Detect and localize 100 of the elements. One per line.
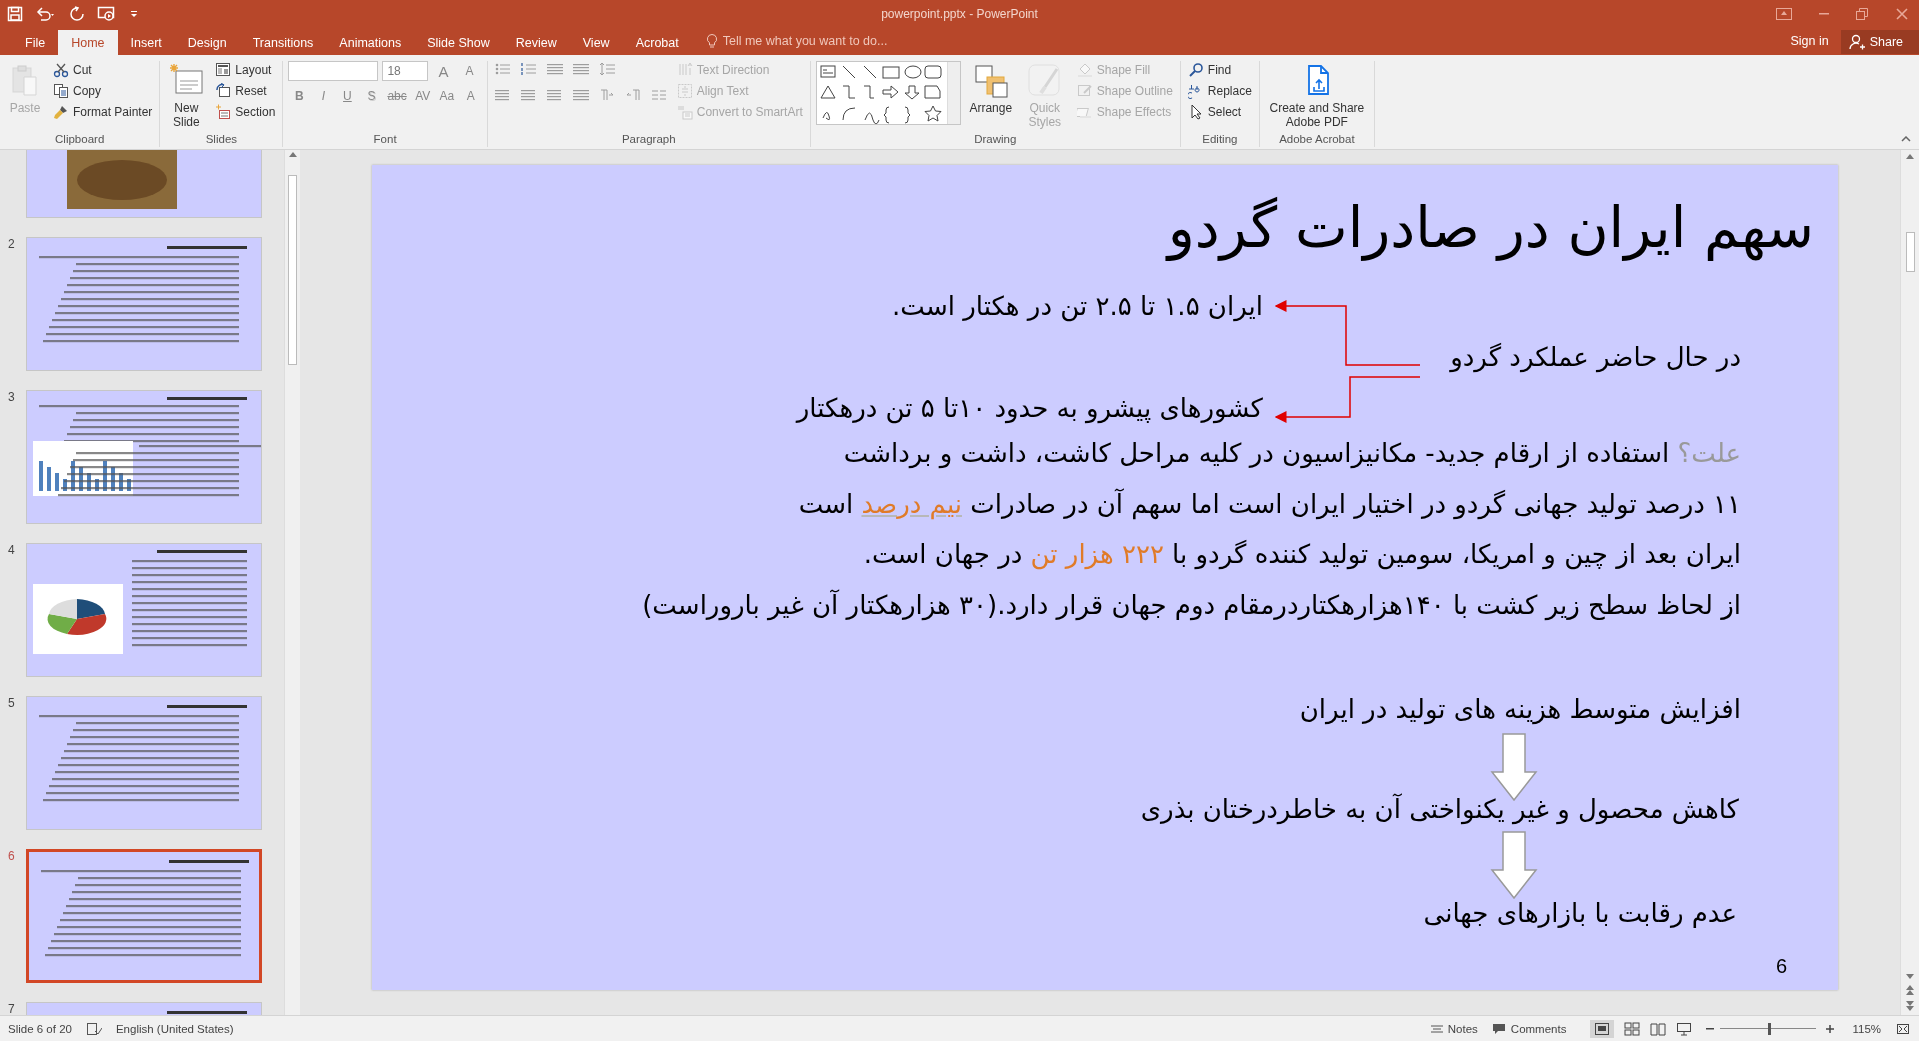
fit-to-window-icon [1895, 1021, 1911, 1036]
pencil-icon [1076, 83, 1093, 99]
scrollbar[interactable] [1900, 150, 1919, 1015]
shrink-font-button[interactable]: A [458, 64, 481, 78]
slide-text: کاهش محصول و غیر یکنواختی آن به خاطردرختان بذری [1140, 792, 1739, 827]
ribbon-tab[interactable]: Review [502, 30, 570, 55]
decrease-indent-button[interactable] [544, 61, 565, 77]
text-format-button[interactable]: abc [384, 89, 410, 103]
justify-button[interactable] [570, 87, 591, 103]
ribbon-tab[interactable]: Home [58, 30, 118, 55]
slide-thumbnail[interactable] [26, 543, 262, 677]
slide-text: افزایش متوسط هزینه های تولید در ایران [1299, 693, 1741, 727]
screen-play-icon [97, 5, 117, 22]
scrollbar[interactable] [284, 150, 300, 1015]
group-label: Editing [1201, 132, 1239, 147]
text-format-button[interactable]: S [360, 89, 383, 103]
copy-button[interactable]: Copy [51, 82, 155, 100]
slider-thumb[interactable] [1768, 1022, 1772, 1035]
next-slide-icon [1906, 1001, 1914, 1011]
numbering-button[interactable] [518, 61, 539, 77]
grow-font-button[interactable]: A [432, 62, 455, 80]
text-format-button[interactable]: A [459, 89, 482, 103]
text-format-button[interactable]: I [312, 89, 335, 103]
minimize-icon[interactable] [1819, 12, 1829, 15]
slide-paragraph: از لحاظ سطح زیر کشت با ۱۴۰هزارهکتاردرمقام دوم جهان قرار دارد.(۳۰ هزارهکتار آن غیر باروراست) [642, 588, 1741, 623]
group-label: Clipboard [54, 132, 106, 147]
person-plus-icon [1848, 34, 1865, 50]
scroll-thumb[interactable] [1905, 231, 1915, 272]
zoom-out-button[interactable] [1706, 1027, 1715, 1030]
slide-thumbnail[interactable] [26, 390, 262, 524]
document-share-button[interactable]: Create and Share Adobe PDF [1264, 61, 1369, 130]
font-size-field[interactable]: 18 [382, 61, 429, 81]
replace-button[interactable]: Replace [1185, 82, 1254, 100]
ribbon-tab[interactable]: Slide Show [414, 30, 503, 55]
save-icon[interactable] [7, 5, 23, 22]
x-mark-icon [1895, 6, 1909, 21]
scissors-button[interactable]: Cut [51, 61, 155, 79]
ribbon-tab[interactable]: File [12, 30, 59, 55]
text-format-button[interactable]: AV [411, 89, 434, 103]
group-label: Drawing [973, 132, 1018, 147]
copy-icon [53, 83, 69, 99]
zoom-level[interactable]: 115% [1852, 1022, 1881, 1035]
comments-button[interactable]: Comments [1491, 1022, 1567, 1035]
text-format-button[interactable]: B [288, 89, 311, 103]
ribbon-tab[interactable]: Insert [117, 30, 175, 55]
paintbrush-button[interactable]: Format Painter [51, 103, 155, 121]
center-icon [520, 88, 537, 102]
ltr-icon [598, 88, 615, 102]
ribbon-tab[interactable]: Transitions [239, 30, 327, 55]
font-name-field[interactable] [288, 61, 379, 81]
normal-view-button[interactable] [1594, 1021, 1611, 1036]
columns-icon [650, 88, 667, 102]
grid-view-button[interactable] [1624, 1019, 1641, 1038]
layout-button[interactable]: Layout [213, 61, 278, 79]
circular-arrow-icon [69, 5, 85, 22]
two-windows-icon [1855, 6, 1869, 21]
numbering-icon [520, 62, 537, 76]
scroll-thumb[interactable] [288, 175, 297, 365]
ribbon-tab[interactable]: Design [174, 30, 240, 55]
slide-text: عدم رقابت با بازارهای جهانی [1423, 897, 1737, 931]
tell-me-field[interactable]: Tell me what you want to do... [705, 27, 888, 55]
scroll-up-icon [1906, 154, 1914, 159]
paintbrush-icon [53, 104, 69, 120]
align-right-icon [546, 88, 563, 102]
increase-indent-button[interactable] [570, 61, 591, 77]
repeat-icon[interactable] [69, 5, 85, 22]
slide-thumbnail[interactable] [26, 696, 262, 830]
rtl-icon [624, 88, 641, 102]
restore-icon[interactable] [1855, 6, 1869, 21]
text-format-button[interactable]: Aa [435, 89, 458, 103]
slide-thumbnail[interactable] [26, 849, 262, 983]
ribbon-tab[interactable]: Acrobat [622, 30, 692, 55]
reset-button[interactable]: Reset [213, 82, 278, 100]
section-button[interactable]: Section [213, 103, 278, 121]
spelling-button[interactable] [85, 1021, 102, 1036]
language-label[interactable]: English (United States) [115, 1022, 234, 1035]
group-label: Font [372, 132, 398, 147]
search-button[interactable]: Find [1185, 61, 1254, 79]
quick-styles-icon [1026, 63, 1063, 99]
ribbon-tab[interactable]: Animations [326, 30, 415, 55]
sign-in-link[interactable]: Sign in [1778, 34, 1841, 48]
cursor-button[interactable]: Select [1185, 103, 1254, 121]
arrange-button[interactable]: Arrange [966, 61, 1015, 116]
slide-text: ایران ۱.۵ تا ۲.۵ تن در هکتار است. [892, 290, 1263, 324]
text-format-button[interactable]: U [336, 89, 359, 103]
notes-button[interactable]: Notes [1430, 1022, 1478, 1035]
fit-to-window-button[interactable] [1895, 1021, 1911, 1036]
slideshow-start-icon[interactable] [97, 5, 117, 22]
new-slide-button[interactable]: New Slide [165, 61, 208, 130]
previous-slide-icon [1906, 985, 1914, 995]
align-left-icon [494, 88, 511, 102]
share-button[interactable]: Share [1840, 30, 1919, 54]
slide-thumbnail[interactable] [26, 237, 262, 371]
smartart-icon [676, 104, 693, 120]
close-icon[interactable] [1895, 6, 1909, 21]
ribbon-tab[interactable]: View [569, 30, 623, 55]
customize-caret-icon[interactable] [129, 8, 139, 19]
scissors-icon [53, 62, 69, 78]
ribbon-display-options-icon[interactable] [1775, 6, 1793, 21]
undo-button[interactable] [35, 5, 57, 22]
